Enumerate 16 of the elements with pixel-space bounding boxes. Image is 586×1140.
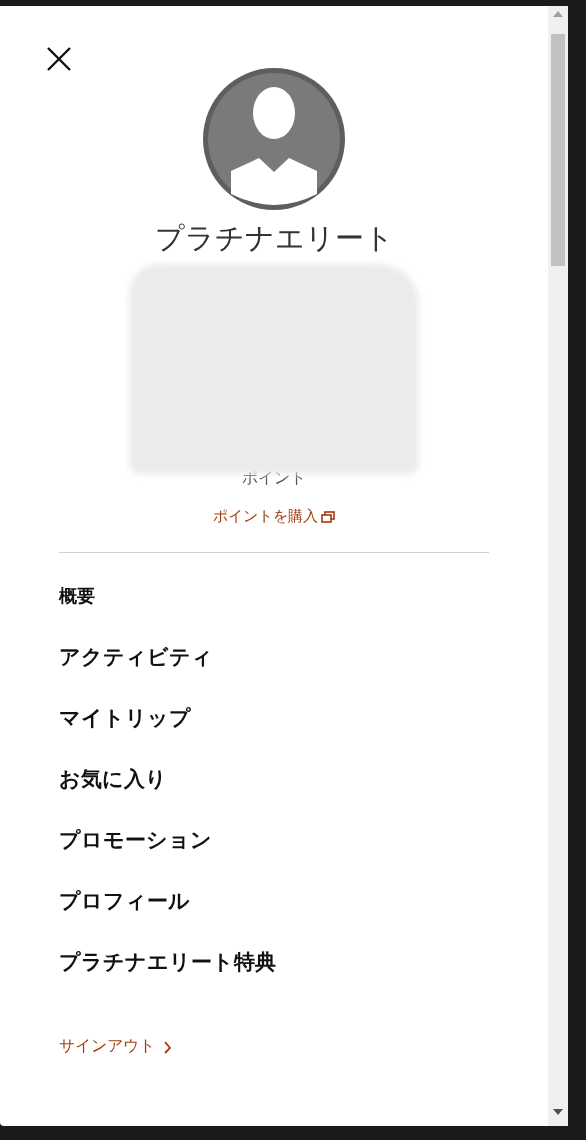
scrollbar-thumb[interactable] <box>551 34 565 266</box>
menu-item[interactable]: アクティビティ <box>59 626 213 687</box>
sign-out-link[interactable]: サインアウト <box>59 1036 172 1057</box>
scroll-down-icon[interactable] <box>553 1108 563 1116</box>
external-link-icon <box>321 510 335 523</box>
menu-item[interactable]: プロモーション <box>59 809 212 870</box>
avatar-icon <box>201 66 347 212</box>
menu-item[interactable]: お気に入り <box>59 748 167 809</box>
menu-item[interactable]: 概要 <box>59 565 95 626</box>
menu-item[interactable]: プロフィール <box>59 870 190 931</box>
menu-item[interactable]: マイトリップ <box>59 687 191 748</box>
chevron-right-icon <box>163 1039 172 1054</box>
menu-item[interactable]: プラチナエリート特典 <box>59 931 276 992</box>
buy-points-link[interactable]: ポイントを購入 <box>213 507 335 526</box>
points-label: ポイント <box>242 468 306 489</box>
tier-name: プラチナエリート <box>154 220 394 256</box>
